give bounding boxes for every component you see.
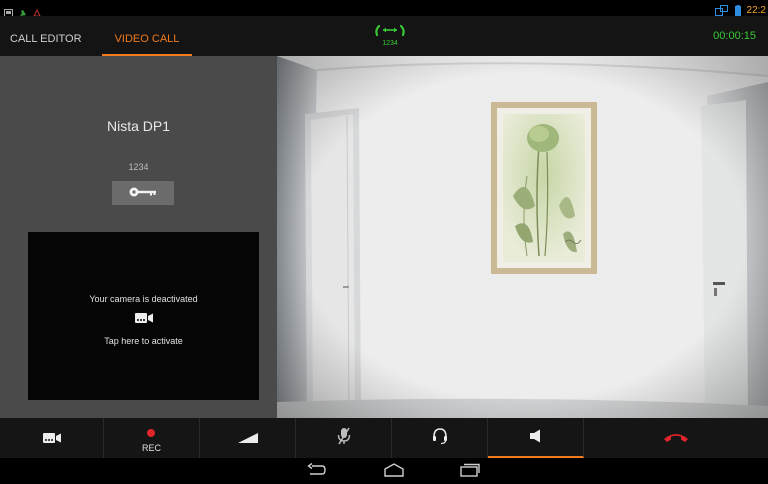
call-number: 1234 (382, 40, 398, 47)
call-timer: 00:00:15 (713, 30, 756, 42)
contact-name: Nista DP1 (106, 118, 171, 134)
video-camera-icon (42, 429, 62, 448)
video-scene (277, 56, 768, 418)
record-dot-icon (146, 423, 156, 442)
hang-up-button[interactable] (584, 418, 768, 458)
end-call-icon (662, 429, 690, 448)
home-button[interactable] (382, 462, 406, 480)
status-time: 22:2 (746, 5, 766, 16)
camera-activate-text: Tap here to activate (104, 336, 183, 346)
record-button[interactable]: REC (104, 418, 200, 458)
volume-wedge-icon (237, 429, 259, 448)
headset-icon (432, 427, 448, 449)
video-feed[interactable] (277, 56, 768, 418)
video-camera-icon (134, 309, 154, 323)
camera-preview[interactable]: Your camera is deactivated Tap here to a… (28, 232, 259, 400)
headset-button[interactable] (392, 418, 488, 458)
record-label: REC (141, 443, 161, 453)
call-status: 1234 (360, 22, 420, 47)
speaker-icon (529, 428, 543, 447)
speaker-button[interactable] (488, 418, 584, 458)
key-icon (128, 186, 158, 201)
call-toolbar: REC (0, 418, 768, 458)
navigation-bar (0, 458, 768, 484)
contact-panel: Nista DP1 1234 Your camera is deactivate… (0, 56, 277, 418)
contact-number: 1234 (128, 162, 149, 172)
recent-apps-button[interactable] (458, 462, 482, 480)
mic-off-icon (336, 427, 352, 449)
header-bar: CALL EDITOR VIDEO CALL 1234 00:00:15 (0, 16, 768, 56)
tab-video-call[interactable]: VIDEO CALL (102, 16, 192, 56)
home-icon (383, 462, 405, 481)
camera-deactivated-text: Your camera is deactivated (89, 294, 198, 304)
mute-mic-button[interactable] (296, 418, 392, 458)
video-toggle-button[interactable] (0, 418, 104, 458)
recent-apps-icon (459, 462, 481, 481)
volume-button[interactable] (200, 418, 296, 458)
tab-call-editor[interactable]: CALL EDITOR (10, 16, 100, 56)
door-open-key-button[interactable] (112, 181, 174, 205)
status-bar: 22:2 (0, 0, 768, 17)
back-icon (306, 462, 326, 481)
back-button[interactable] (304, 462, 328, 480)
